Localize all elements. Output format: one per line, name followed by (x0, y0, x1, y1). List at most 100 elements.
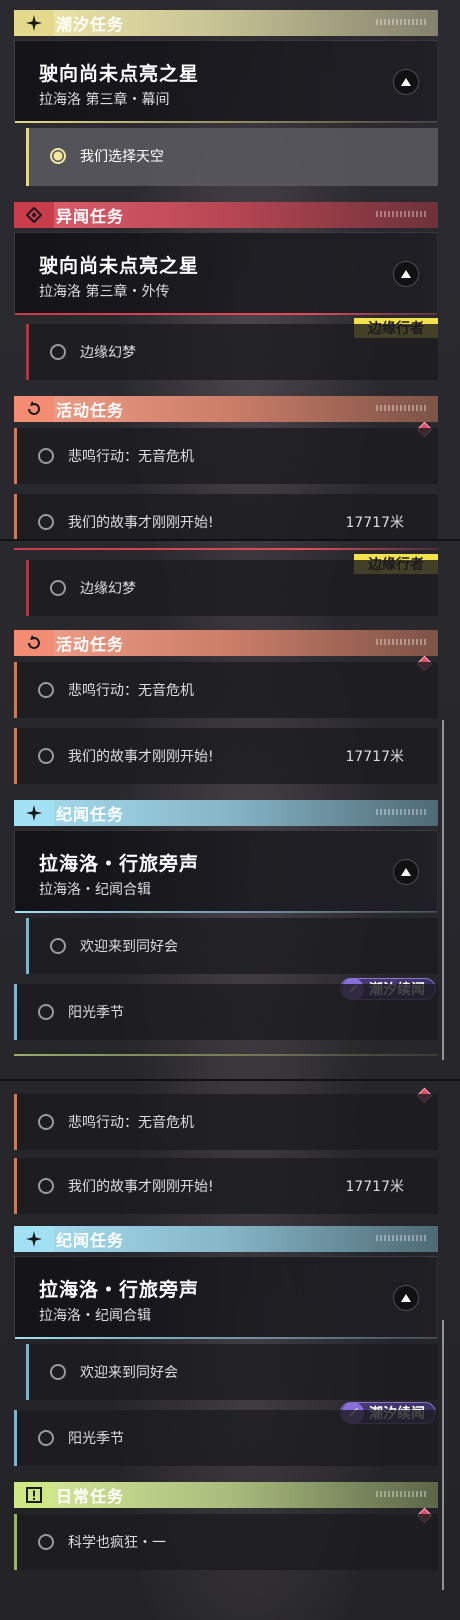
cycle-icon (14, 630, 54, 656)
row-accent-bar (14, 662, 17, 718)
radio-icon (38, 1178, 54, 1194)
scrollbar-thumb[interactable] (442, 720, 444, 1060)
radio-icon (38, 514, 54, 530)
row-accent-bar (26, 560, 29, 616)
category-title: 异闻任务 (56, 207, 125, 226)
category-title: 纪闻任务 (56, 1231, 125, 1250)
distance-readout: 17717米 (345, 749, 404, 765)
row-accent-bar (14, 1410, 17, 1466)
objective-label: 阳光季节 (68, 1431, 124, 1447)
row-accent-bar (14, 728, 17, 784)
screenshot-seam (0, 1079, 460, 1081)
header-decoration (376, 1491, 428, 1497)
caret-up-icon (401, 1294, 411, 1302)
card-underline (15, 121, 437, 123)
objective-label: 悲鸣行动：无音危机 (68, 1115, 194, 1131)
screenshot-seam (0, 539, 460, 541)
quest-subtitle: 拉海洛・纪闻合辑 (39, 1308, 151, 1324)
objective-row[interactable]: 科学也疯狂・一 (14, 1514, 438, 1570)
objective-row[interactable]: 悲鸣行动：无音危机 (14, 428, 438, 484)
quest-card-anomaly[interactable]: 驶向尚未点亮之星 拉海洛 第三章・外传 (14, 232, 438, 315)
quest-card-tide[interactable]: 驶向尚未点亮之星 拉海洛 第三章・幕间 (14, 40, 438, 123)
objective-row[interactable]: 欢迎来到同好会 (26, 918, 438, 974)
quest-panel-1: 潮汐任务 驶向尚未点亮之星 拉海洛 第三章・幕间 我们选择天空 异闻任务 驶向尚… (0, 0, 460, 540)
caret-up-icon (401, 78, 411, 86)
objective-label: 科学也疯狂・一 (68, 1535, 166, 1551)
objective-row[interactable]: 欢迎来到同好会 (26, 1344, 438, 1400)
objective-label: 阳光季节 (68, 1005, 124, 1021)
quest-card-chronicle[interactable]: 拉海洛・行旅旁声 拉海洛・纪闻合辑 (14, 830, 438, 913)
collapse-button[interactable] (393, 1285, 419, 1311)
objective-row[interactable]: 我们的故事才刚刚开始! 17717米 (14, 494, 438, 540)
card-underline (14, 548, 438, 550)
scrollbar-thumb[interactable] (442, 1320, 444, 1590)
radio-icon (38, 1114, 54, 1130)
quest-card-chronicle[interactable]: 拉海洛・行旅旁声 拉海洛・纪闻合辑 (14, 1256, 438, 1339)
header-decoration (376, 809, 428, 815)
category-daily: 日常任务 (14, 1482, 438, 1508)
objective-row[interactable]: 边缘幻梦 (26, 560, 438, 616)
collapse-button[interactable] (393, 859, 419, 885)
objective-label: 边缘幻梦 (80, 345, 136, 361)
objective-label: 我们的故事才刚刚开始! (68, 749, 214, 765)
row-accent-bar (14, 1514, 17, 1570)
quest-title: 驶向尚未点亮之星 (39, 63, 200, 85)
exclamation-icon (14, 1482, 54, 1508)
row-accent-bar (26, 918, 29, 974)
radio-icon (38, 1534, 54, 1550)
distance-readout: 17717米 (345, 515, 404, 531)
row-accent-bar (14, 428, 17, 484)
sparkle-icon (14, 10, 54, 36)
category-activity: 活动任务 (14, 630, 438, 656)
category-anomaly: 异闻任务 (14, 202, 438, 228)
radio-icon (38, 448, 54, 464)
quest-subtitle: 拉海洛 第三章・幕间 (39, 92, 170, 108)
row-accent-bar (14, 1094, 17, 1150)
radio-icon (50, 344, 66, 360)
row-accent-bar (26, 1344, 29, 1400)
category-title: 活动任务 (56, 401, 125, 420)
radio-icon (50, 580, 66, 596)
objective-row[interactable]: 阳光季节 (14, 1410, 438, 1466)
sparkle-icon (14, 800, 54, 826)
quest-title: 拉海洛・行旅旁声 (39, 853, 200, 875)
objective-row[interactable]: 边缘幻梦 (26, 324, 438, 380)
card-underline (15, 1337, 437, 1339)
category-chronicle: 纪闻任务 (14, 1226, 438, 1252)
quest-subtitle: 拉海洛 第三章・外传 (39, 284, 170, 300)
caret-up-icon (401, 868, 411, 876)
row-accent-bar (26, 324, 29, 380)
objective-row[interactable]: 阳光季节 (14, 984, 438, 1040)
header-decoration (376, 405, 428, 411)
objective-row-selected[interactable]: 我们选择天空 (26, 128, 438, 186)
objective-label: 边缘幻梦 (80, 581, 136, 597)
radio-icon (38, 682, 54, 698)
objective-label: 我们选择天空 (80, 149, 164, 165)
card-underline (15, 313, 437, 315)
radio-icon (38, 748, 54, 764)
quest-panel-2: 边缘行者 边缘幻梦 活动任务 悲鸣行动：无音危机 我们的故事才刚刚开始! 177… (0, 540, 460, 1080)
radio-selected-icon (50, 148, 66, 164)
objective-row[interactable]: 我们的故事才刚刚开始! 17717米 (14, 728, 438, 784)
objective-row[interactable]: 我们的故事才刚刚开始! 17717米 (14, 1158, 438, 1214)
category-activity: 活动任务 (14, 396, 438, 422)
header-decoration (376, 211, 428, 217)
category-title: 日常任务 (56, 1487, 125, 1506)
row-accent-bar (26, 128, 29, 186)
header-decoration (376, 19, 428, 25)
header-decoration (376, 1235, 428, 1241)
sparkle-icon (14, 1226, 54, 1252)
objective-row[interactable]: 悲鸣行动：无音危机 (14, 662, 438, 718)
radio-icon (38, 1004, 54, 1020)
row-accent-bar (14, 494, 17, 540)
collapse-button[interactable] (393, 69, 419, 95)
objective-row[interactable]: 悲鸣行动：无音危机 (14, 1094, 438, 1150)
quest-subtitle: 拉海洛・纪闻合辑 (39, 882, 151, 898)
objective-label: 欢迎来到同好会 (80, 1365, 178, 1381)
category-title: 活动任务 (56, 635, 125, 654)
category-title: 纪闻任务 (56, 805, 125, 824)
row-accent-bar (14, 984, 17, 1040)
distance-readout: 17717米 (345, 1179, 404, 1195)
collapse-button[interactable] (393, 261, 419, 287)
header-decoration (376, 639, 428, 645)
